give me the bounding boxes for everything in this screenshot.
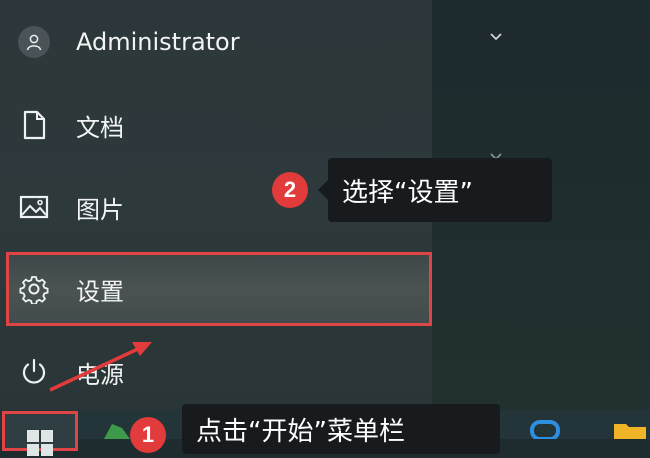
user-account-item[interactable]: Administrator xyxy=(0,10,432,74)
browser-icon[interactable] xyxy=(528,420,562,439)
step-1-tooltip: 点击“开始”菜单栏 xyxy=(182,404,500,454)
user-name: Administrator xyxy=(76,28,240,56)
gear-icon xyxy=(18,273,50,305)
pictures-label: 图片 xyxy=(76,195,124,224)
folder-icon[interactable] xyxy=(612,420,648,439)
pictures-icon xyxy=(18,191,50,223)
step-2-text: 选择“设置” xyxy=(342,177,473,208)
user-avatar-icon xyxy=(18,26,50,58)
settings-label: 设置 xyxy=(76,277,124,306)
step-2-tooltip: 选择“设置” xyxy=(318,158,552,222)
step-2-badge: 2 xyxy=(272,172,308,208)
start-button[interactable] xyxy=(2,411,78,456)
documents-item[interactable]: 文档 xyxy=(0,93,432,157)
step-1-text: 点击“开始”菜单栏 xyxy=(196,416,405,447)
documents-label: 文档 xyxy=(76,113,124,142)
document-icon xyxy=(18,109,50,141)
step-1-badge: 1 xyxy=(130,417,166,453)
windows-logo-icon xyxy=(27,430,53,456)
annotation-arrow xyxy=(49,342,152,392)
settings-item-content[interactable]: 设置 xyxy=(0,257,432,321)
chevron-down-icon[interactable] xyxy=(489,30,503,44)
